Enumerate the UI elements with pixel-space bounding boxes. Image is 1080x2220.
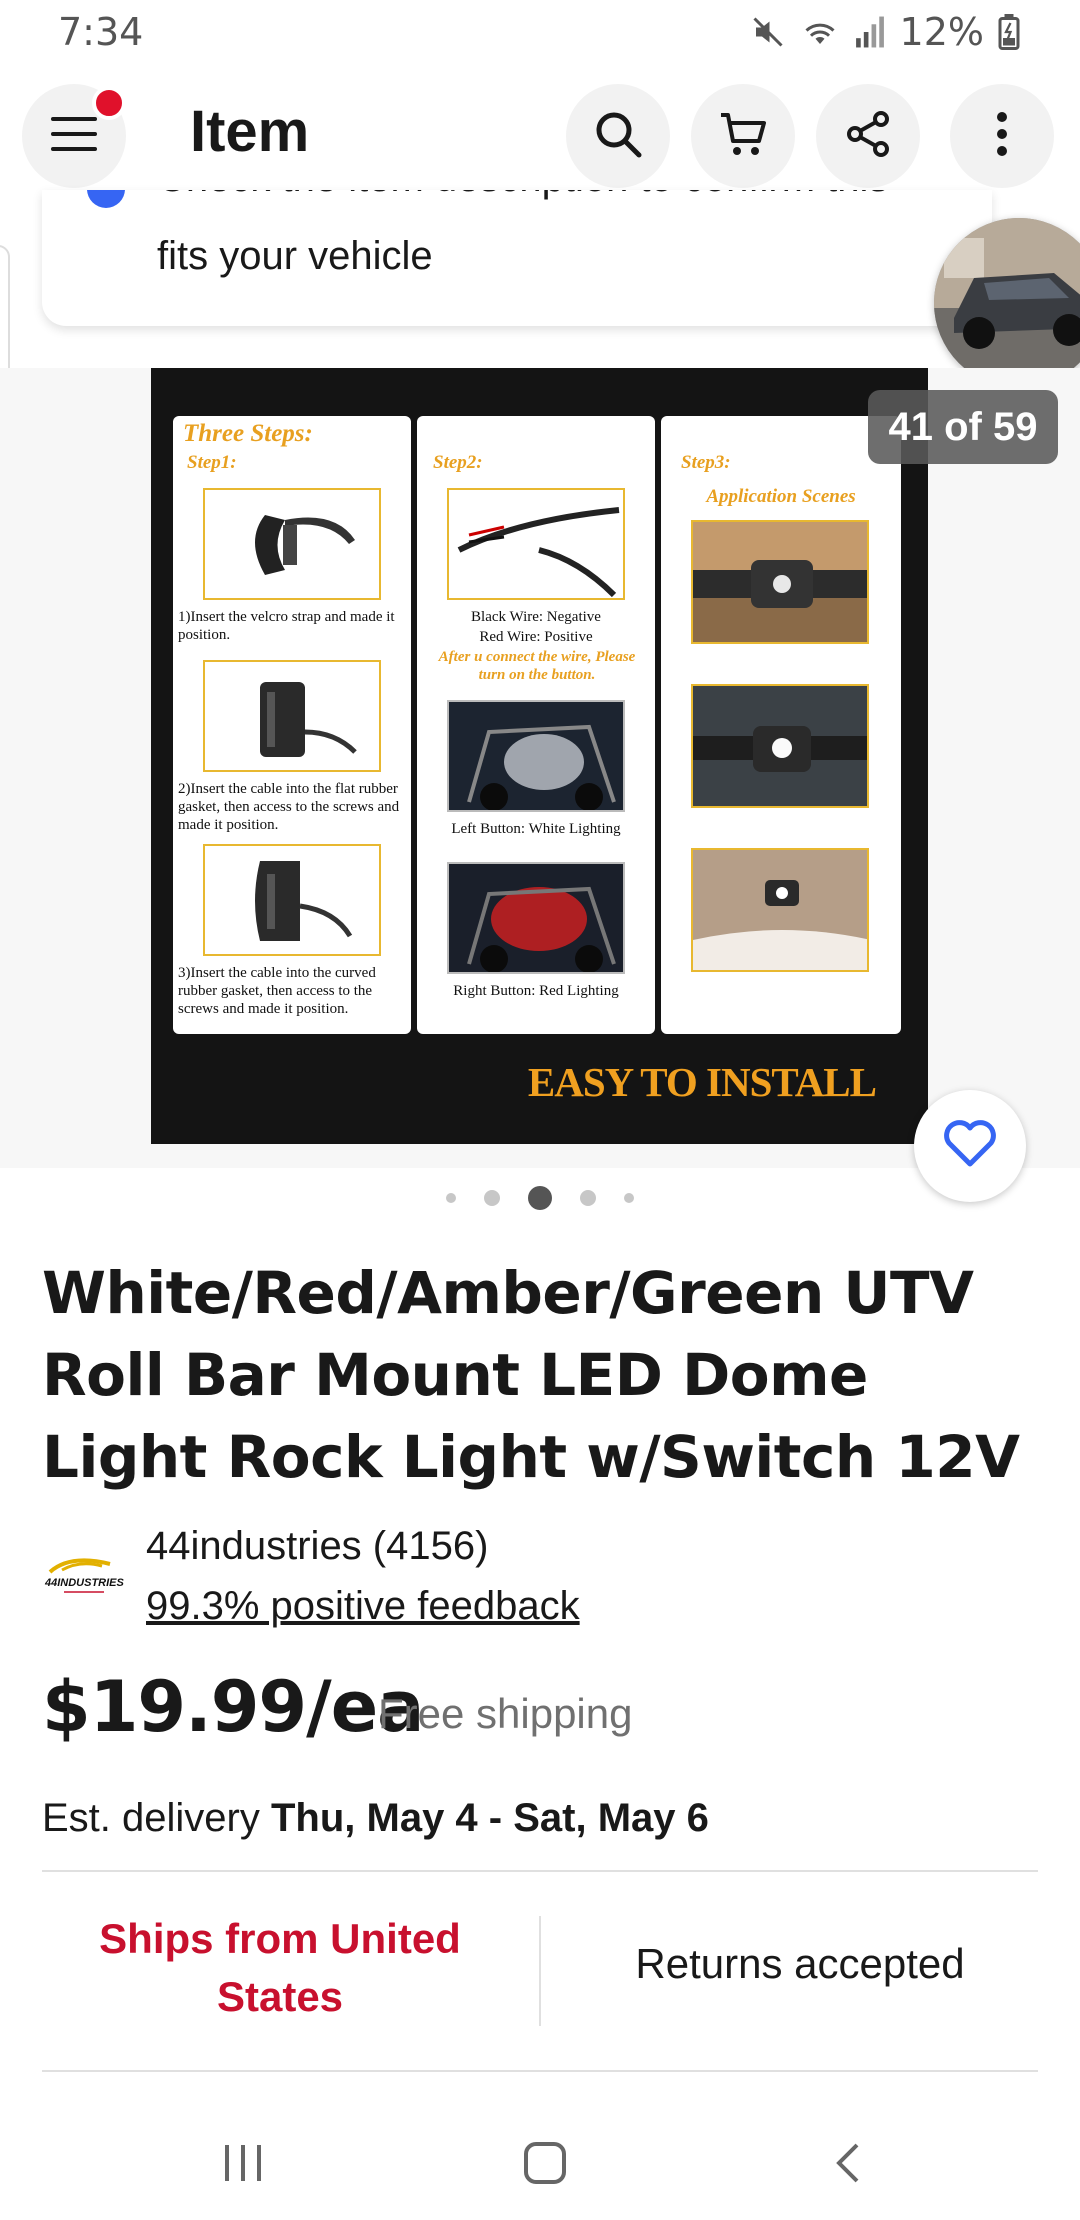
image-red-wire: Red Wire: Positive xyxy=(479,629,593,645)
image-gallery[interactable]: Three Steps: Step1: 1)Insert the velcro … xyxy=(0,368,1080,1202)
compatibility-card[interactable]: Check the item description to confirm th… xyxy=(42,190,992,326)
battery-percent: 12% xyxy=(899,10,984,54)
notification-badge xyxy=(92,86,126,120)
cart-icon xyxy=(718,109,768,164)
status-time: 7:34 xyxy=(58,10,144,54)
estimated-delivery: Est. delivery Thu, May 4 - Sat, May 6 xyxy=(42,1796,709,1841)
recent-apps-button[interactable] xyxy=(193,2130,293,2200)
image-step1-label: Step1: xyxy=(187,452,237,473)
item-title: White/Red/Amber/Green UTV Roll Bar Mount… xyxy=(42,1259,1020,1491)
image-right-button: Right Button: Red Lighting xyxy=(453,983,619,999)
pagination-dot[interactable] xyxy=(580,1190,596,1206)
page-title: Item xyxy=(190,99,310,164)
menu-icon xyxy=(51,115,97,158)
search-button[interactable] xyxy=(566,84,670,188)
image-photo-red-light xyxy=(447,862,625,974)
returns-policy: Returns accepted xyxy=(635,1940,965,1987)
wifi-icon xyxy=(800,14,840,50)
recent-apps-icon xyxy=(221,2143,265,2188)
image-panel-step3: Step3: Application Scenes xyxy=(661,416,901,1034)
heart-icon xyxy=(943,1119,997,1173)
image-step2-label: Step2: xyxy=(433,452,483,473)
image-left-button: Left Button: White Lighting xyxy=(451,821,621,837)
pagination-dot-active[interactable] xyxy=(528,1186,552,1210)
image-step3-label: Step3: xyxy=(681,452,731,473)
home-button[interactable] xyxy=(495,2130,595,2200)
image-step1-text-a: 1)Insert the velcro strap and made it po… xyxy=(178,609,395,643)
share-icon xyxy=(844,110,892,163)
divider xyxy=(42,2070,1038,2072)
item-price: $19.99/ea xyxy=(42,1666,424,1748)
app-bar: Item xyxy=(0,80,1080,190)
system-nav-bar xyxy=(0,2110,1080,2220)
image-panel-step2: Step2: Black Wire: Negative Red Wire: Po… xyxy=(417,416,655,1034)
seller-name[interactable]: 44industries (4156) xyxy=(146,1524,488,1569)
product-image[interactable]: Three Steps: Step1: 1)Insert the velcro … xyxy=(151,368,928,1144)
shipping-cost: Free shipping xyxy=(378,1690,633,1737)
share-button[interactable] xyxy=(816,84,920,188)
image-photo-scene1 xyxy=(691,520,869,644)
signal-icon xyxy=(854,15,886,49)
pagination-dot[interactable] xyxy=(624,1193,634,1203)
image-photo-velcro xyxy=(203,488,381,600)
image-photo-curved-gasket xyxy=(203,844,381,956)
image-title: Three Steps: xyxy=(183,420,313,447)
image-photo-scene3 xyxy=(691,848,869,972)
pagination-dot[interactable] xyxy=(446,1193,456,1203)
image-after-connect: After u connect the wire, Please turn on… xyxy=(438,649,636,683)
status-icons: 12% xyxy=(750,10,1020,54)
cart-button[interactable] xyxy=(691,84,795,188)
home-icon xyxy=(523,2141,567,2190)
compatibility-text: fits your vehicle xyxy=(157,234,433,278)
image-photo-wires xyxy=(447,488,625,600)
status-bar: 7:34 12% xyxy=(0,0,1080,70)
battery-icon xyxy=(998,14,1020,50)
vertical-divider xyxy=(539,1916,541,2026)
ships-from: Ships from United States xyxy=(99,1915,461,2020)
image-black-wire: Black Wire: Negative xyxy=(471,609,601,625)
seller-logo[interactable]: 44INDUSTRIES xyxy=(42,1546,126,1600)
search-icon xyxy=(593,109,643,164)
divider xyxy=(42,1870,1038,1872)
mute-icon xyxy=(750,14,786,50)
image-counter: 41 of 59 xyxy=(868,390,1058,464)
more-vert-icon xyxy=(996,111,1008,162)
image-panel-step1: Three Steps: Step1: 1)Insert the velcro … xyxy=(173,416,411,1034)
image-easy-to-install: EASY TO INSTALL xyxy=(527,1059,877,1105)
image-step1-text-c: 3)Insert the cable into the curved rubbe… xyxy=(178,965,376,1017)
seller-logo-text: 44INDUSTRIES xyxy=(44,1577,125,1589)
delivery-dates: Thu, May 4 - Sat, May 6 xyxy=(270,1796,709,1840)
image-application-scenes: Application Scenes xyxy=(706,486,856,507)
seller-feedback-link[interactable]: 99.3% positive feedback xyxy=(146,1584,580,1629)
gallery-pagination xyxy=(0,1178,1080,1218)
info-icon xyxy=(87,190,125,208)
image-photo-scene2 xyxy=(691,684,869,808)
pagination-dot[interactable] xyxy=(484,1190,500,1206)
image-photo-flat-gasket xyxy=(203,660,381,772)
compatibility-text-line1: Check the item description to confirm th… xyxy=(157,190,888,201)
back-icon xyxy=(833,2141,863,2190)
delivery-label: Est. delivery xyxy=(42,1796,271,1840)
back-button[interactable] xyxy=(798,2130,898,2200)
more-button[interactable] xyxy=(950,84,1054,188)
menu-button[interactable] xyxy=(22,84,126,188)
image-step1-text-b: 2)Insert the cable into the flat rubber … xyxy=(178,781,400,833)
image-photo-white-light xyxy=(447,700,625,812)
